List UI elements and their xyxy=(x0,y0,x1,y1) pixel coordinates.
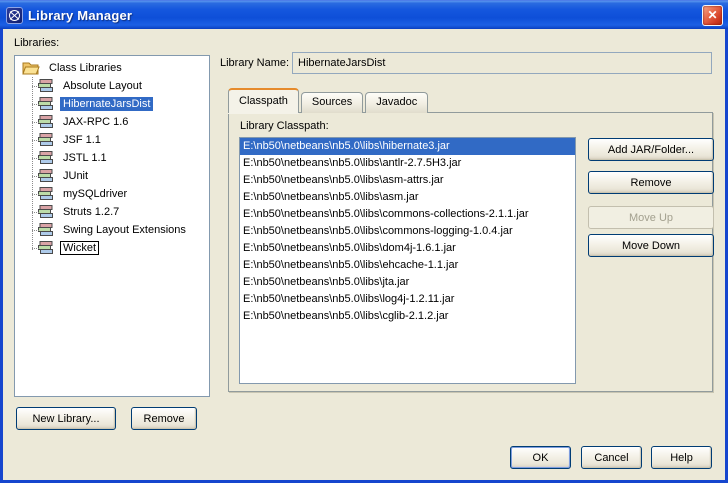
close-icon[interactable]: ✕ xyxy=(702,5,723,26)
library-books-icon xyxy=(37,223,54,237)
tree-item[interactable]: JAX-RPC 1.6 xyxy=(15,113,209,131)
classpath-list-item[interactable]: E:\nb50\netbeans\nb5.0\libs\ehcache-1.1.… xyxy=(240,257,575,274)
add-jar-folder-button[interactable]: Add JAR/Folder... xyxy=(588,138,714,161)
classpath-list-item[interactable]: E:\nb50\netbeans\nb5.0\libs\hibernate3.j… xyxy=(240,138,575,155)
library-books-icon xyxy=(37,187,54,201)
tree-item-label: Wicket xyxy=(60,241,99,255)
tree-item[interactable]: Struts 1.2.7 xyxy=(15,203,209,221)
remove-jar-button[interactable]: Remove xyxy=(588,171,714,194)
classpath-tab-panel: Library Classpath: E:\nb50\netbeans\nb5.… xyxy=(228,112,714,392)
tree-item[interactable]: mySQLdriver xyxy=(15,185,209,203)
tree-item-label: JAX-RPC 1.6 xyxy=(63,116,129,128)
classpath-list-item[interactable]: E:\nb50\netbeans\nb5.0\libs\commons-logg… xyxy=(240,223,575,240)
library-name-label: Library Name: xyxy=(220,57,290,69)
tree-item-label: Absolute Layout xyxy=(63,80,142,92)
open-folder-icon xyxy=(22,61,40,75)
tab-sources[interactable]: Sources xyxy=(300,92,364,113)
move-up-button: Move Up xyxy=(588,206,714,229)
library-books-icon xyxy=(37,79,54,93)
classpath-list-item[interactable]: E:\nb50\netbeans\nb5.0\libs\log4j-1.2.11… xyxy=(240,291,575,308)
ok-button[interactable]: OK xyxy=(510,446,571,469)
classpath-list-item[interactable]: E:\nb50\netbeans\nb5.0\libs\dom4j-1.6.1.… xyxy=(240,240,575,257)
classpath-list[interactable]: E:\nb50\netbeans\nb5.0\libs\hibernate3.j… xyxy=(239,137,576,384)
libraries-label: Libraries: xyxy=(14,37,60,49)
tree-item-label: Struts 1.2.7 xyxy=(63,206,120,218)
library-manager-dialog: Library Manager ✕ Libraries: Class Libra… xyxy=(0,0,728,483)
library-books-icon xyxy=(37,133,54,147)
library-books-icon xyxy=(37,169,54,183)
tree-item[interactable]: JUnit xyxy=(15,167,209,185)
classpath-list-item[interactable]: E:\nb50\netbeans\nb5.0\libs\asm.jar xyxy=(240,189,575,206)
tree-root-label: Class Libraries xyxy=(49,62,122,74)
tree-item[interactable]: Wicket xyxy=(15,239,209,257)
classpath-list-item[interactable]: E:\nb50\netbeans\nb5.0\libs\asm-attrs.ja… xyxy=(240,172,575,189)
library-classpath-label: Library Classpath: xyxy=(240,120,329,132)
tree-root-class-libraries[interactable]: Class Libraries xyxy=(15,59,209,77)
tree-item-label: JSF 1.1 xyxy=(63,134,101,146)
window-title: Library Manager xyxy=(28,7,133,23)
classpath-list-item[interactable]: E:\nb50\netbeans\nb5.0\libs\jta.jar xyxy=(240,274,575,291)
classpath-list-item[interactable]: E:\nb50\netbeans\nb5.0\libs\commons-coll… xyxy=(240,206,575,223)
tab-classpath[interactable]: Classpath xyxy=(228,88,299,113)
tree-item-label: JSTL 1.1 xyxy=(63,152,107,164)
tab-strip: Classpath Sources Javadoc xyxy=(228,88,430,113)
tree-item-label: JUnit xyxy=(63,170,89,182)
tree-item[interactable]: Swing Layout Extensions xyxy=(15,221,209,239)
classpath-list-item[interactable]: E:\nb50\netbeans\nb5.0\libs\cglib-2.1.2.… xyxy=(240,308,575,325)
tree-item[interactable]: JSF 1.1 xyxy=(15,131,209,149)
libraries-tree[interactable]: Class Libraries Absolute Layout Hibernat… xyxy=(14,55,210,397)
tree-item-label: HibernateJarsDist xyxy=(60,97,154,111)
new-library-button[interactable]: New Library... xyxy=(16,407,116,430)
move-down-button[interactable]: Move Down xyxy=(588,234,714,257)
library-books-icon xyxy=(37,151,54,165)
tree-item[interactable]: Absolute Layout xyxy=(15,77,209,95)
library-books-icon xyxy=(37,205,54,219)
dialog-body: Libraries: Class Libraries Absolute Layo… xyxy=(3,29,725,480)
library-books-icon xyxy=(37,115,54,129)
library-name-field[interactable] xyxy=(292,52,712,74)
tree-item-label: Swing Layout Extensions xyxy=(63,224,186,236)
library-books-icon xyxy=(37,97,54,111)
tree-item[interactable]: HibernateJarsDist xyxy=(15,95,209,113)
netbeans-logo-icon xyxy=(6,6,23,24)
title-bar[interactable]: Library Manager ✕ xyxy=(0,0,728,29)
tree-item[interactable]: JSTL 1.1 xyxy=(15,149,209,167)
tab-javadoc[interactable]: Javadoc xyxy=(365,92,429,113)
classpath-list-item[interactable]: E:\nb50\netbeans\nb5.0\libs\antlr-2.7.5H… xyxy=(240,155,575,172)
cancel-button[interactable]: Cancel xyxy=(581,446,642,469)
remove-library-button[interactable]: Remove xyxy=(131,407,197,430)
tree-item-label: mySQLdriver xyxy=(63,188,128,200)
help-button[interactable]: Help xyxy=(651,446,712,469)
library-books-icon xyxy=(37,241,54,255)
